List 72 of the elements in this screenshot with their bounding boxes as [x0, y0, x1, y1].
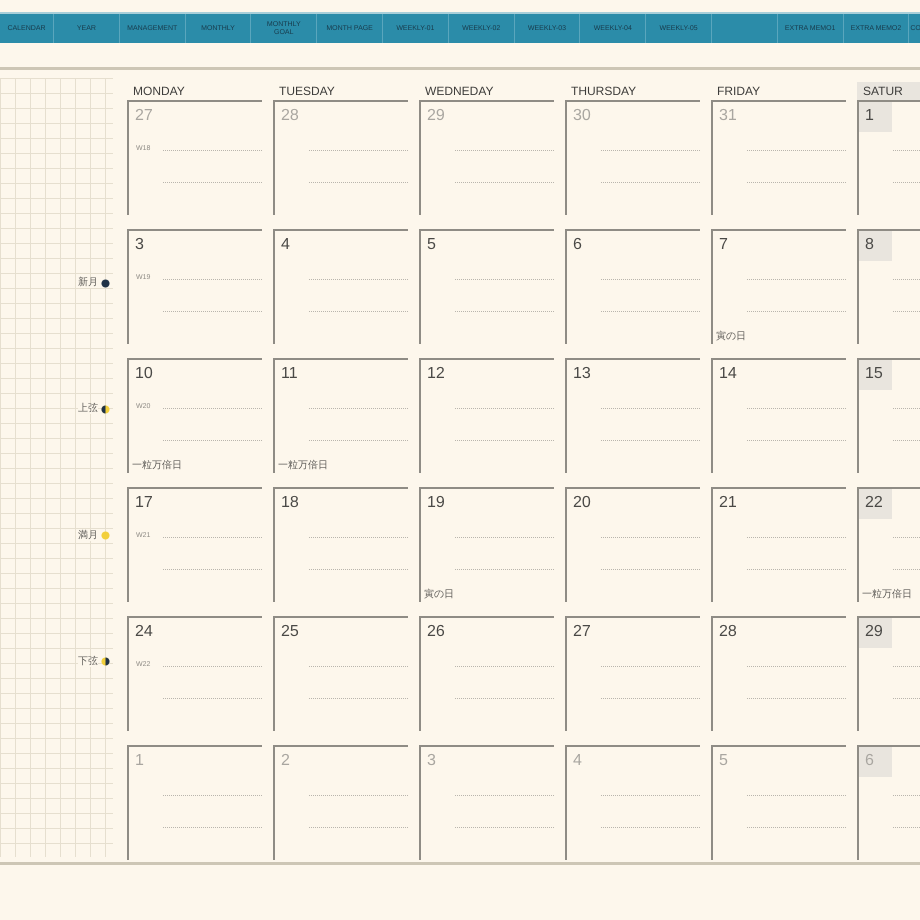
day-number: 5 [718, 751, 729, 769]
day-number: 30 [572, 106, 592, 124]
day-note: 寅の日 [424, 590, 454, 600]
day-note: 寅の日 [716, 332, 746, 342]
day-cell[interactable]: 7 寅の日 [711, 229, 846, 344]
day-note: 一粒万倍日 [278, 461, 328, 471]
day-number: 3 [426, 751, 437, 769]
weekday-header: FRIDAY [716, 83, 762, 100]
day-cell[interactable]: 11 一粒万倍日 [273, 358, 408, 473]
moon-phase-label: 新月 [78, 278, 98, 288]
weekday-header: MONDAY [132, 83, 186, 100]
day-number: 21 [718, 493, 738, 511]
weekday-header: WEDNEDAY [424, 83, 494, 100]
weekday-header: SATUR [857, 82, 920, 100]
day-number: 14 [718, 364, 738, 382]
day-number: 20 [572, 493, 592, 511]
day-number: 4 [572, 751, 583, 769]
day-cell[interactable]: 12 [419, 358, 554, 473]
day-cell[interactable]: 29 [857, 616, 920, 731]
day-cell[interactable]: 6 [565, 229, 700, 344]
day-number: 1 [859, 102, 892, 132]
day-number: 22 [859, 489, 892, 519]
day-cell[interactable]: 27 [565, 616, 700, 731]
day-cell[interactable]: 26 [419, 616, 554, 731]
day-number: 15 [859, 360, 892, 390]
day-number: 28 [280, 106, 300, 124]
day-cell[interactable]: 13 [565, 358, 700, 473]
day-cell[interactable]: 21 [711, 487, 846, 602]
weekday-header: THURSDAY [570, 83, 638, 100]
day-number: 27 [572, 622, 592, 640]
day-number: 2 [280, 751, 291, 769]
day-number: 19 [426, 493, 446, 511]
day-number: 6 [572, 235, 583, 253]
moon-phase-label: 満月 [78, 530, 98, 541]
day-cell[interactable]: 4 [273, 229, 408, 344]
day-number: 7 [718, 235, 729, 253]
day-cell[interactable]: 20 [565, 487, 700, 602]
weekday-header: TUESDAY [278, 83, 336, 100]
day-cell[interactable]: 22 一粒万倍日 [857, 487, 920, 602]
day-number: 11 [280, 364, 299, 382]
day-note: 一粒万倍日 [862, 590, 912, 600]
day-cell[interactable]: 28 [711, 616, 846, 731]
day-cell[interactable]: 15 [857, 358, 920, 473]
day-number: 29 [859, 618, 892, 648]
day-number: 31 [718, 106, 738, 124]
day-number: 27 [134, 106, 154, 124]
day-note: 一粒万倍日 [132, 461, 182, 471]
day-cell[interactable]: 19 寅の日 [419, 487, 554, 602]
day-number: 18 [280, 493, 300, 511]
moon-phase-label: 下弦 [78, 656, 98, 667]
day-cell[interactable]: 18 [273, 487, 408, 602]
day-number: 17 [134, 493, 154, 511]
day-number: 25 [280, 622, 300, 640]
day-cell[interactable]: 25 [273, 616, 408, 731]
day-number: 8 [859, 231, 892, 261]
moon-phase-label: 上弦 [78, 404, 98, 414]
day-number: 6 [859, 747, 892, 777]
day-number: 12 [426, 364, 446, 382]
day-cell[interactable]: 14 [711, 358, 846, 473]
day-number: 29 [426, 106, 446, 124]
day-number: 24 [134, 622, 154, 640]
day-number: 10 [134, 364, 154, 382]
day-cell[interactable]: 8 [857, 229, 920, 344]
day-cell[interactable]: 5 [419, 229, 554, 344]
day-number: 3 [134, 235, 145, 253]
day-number: 28 [718, 622, 738, 640]
day-number: 26 [426, 622, 446, 640]
day-number: 1 [134, 751, 145, 769]
day-number: 5 [426, 235, 437, 253]
day-cell[interactable]: 1 [857, 100, 920, 215]
day-number: 13 [572, 364, 592, 382]
day-number: 4 [280, 235, 291, 253]
